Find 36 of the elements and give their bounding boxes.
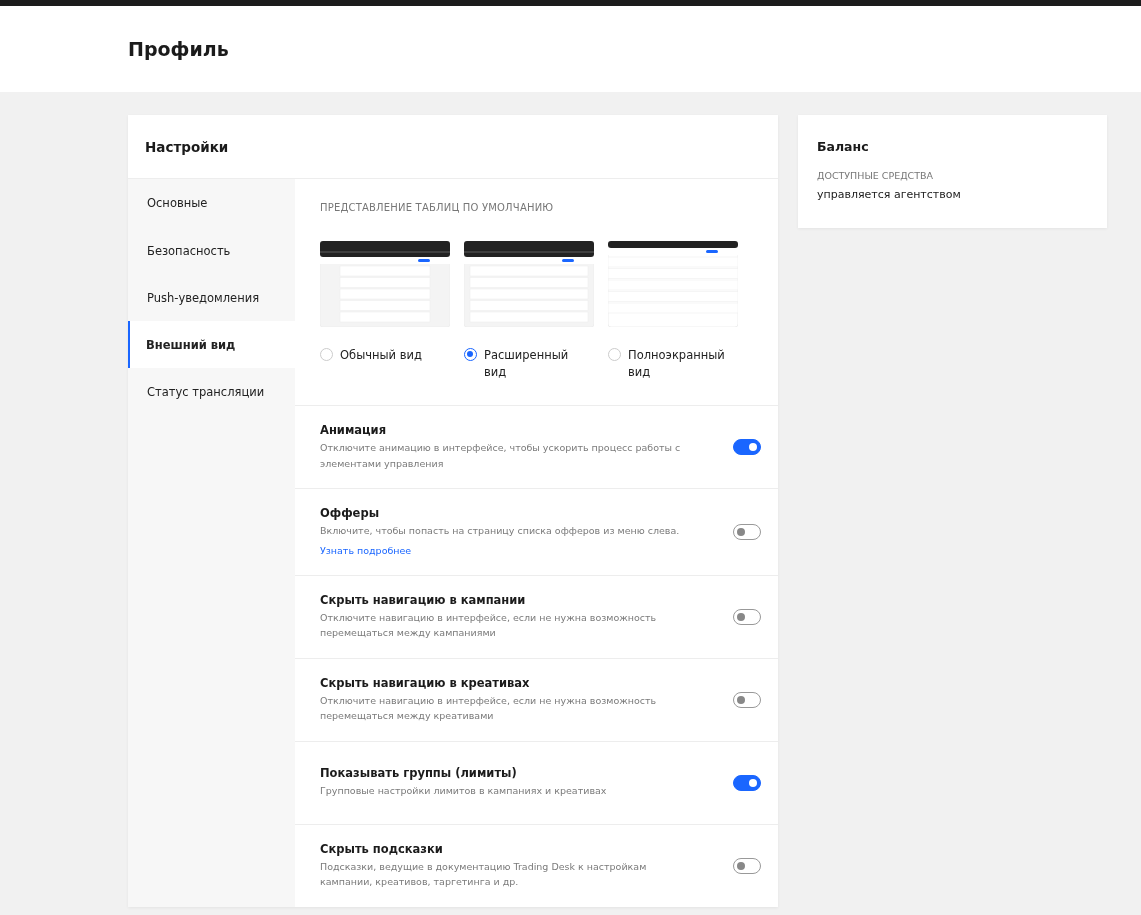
- radio-label[interactable]: Полноэкранный вид: [628, 347, 738, 381]
- menu-item[interactable]: Push-уведомления: [128, 274, 295, 321]
- setting-title: Офферы: [320, 506, 381, 520]
- menu-item[interactable]: Внешний вид: [128, 321, 295, 368]
- table-preview-drawing[interactable]: [464, 241, 594, 327]
- toggle-switch[interactable]: [733, 439, 761, 455]
- setting-description: Подсказки, ведущие в документацию Trading Desk к настройкам кампании, креативов, таргетинга и др.: [320, 859, 648, 889]
- table-preview-drawing[interactable]: [320, 241, 450, 327]
- setting-description: Групповые настройки лимитов в кампаниях и креативах: [320, 784, 608, 799]
- setting-description: Отключите навигацию в интерфейсе, если не нужна возможность перемещаться между кампаниями: [320, 610, 658, 640]
- radio-label[interactable]: Расширенный вид: [484, 347, 594, 381]
- setting-title: Показывать группы (лимиты): [320, 766, 518, 781]
- setting-title: Скрыть навигацию в креативах: [320, 675, 531, 690]
- setting-title: Скрыть навигацию в кампании: [320, 592, 527, 607]
- toggle-switch[interactable]: [733, 857, 761, 874]
- menu-item[interactable]: Статус трансляции: [128, 368, 295, 415]
- setting-description: Включите, чтобы попасть на страницу списка офферов из меню слева.: [320, 524, 681, 538]
- setting-title: Скрыть подсказки: [320, 841, 444, 856]
- toggle-switch[interactable]: [733, 608, 761, 625]
- setting-description: Отключите навигацию в интерфейсе, если не нужна возможность перемещаться между креативами: [320, 693, 658, 723]
- menu-item[interactable]: Безопасность: [128, 227, 295, 274]
- setting-description: Отключите анимацию в интерфейсе, чтобы ускорить процесс работы с элементами управления: [320, 441, 682, 471]
- menu-item[interactable]: Основные: [128, 179, 295, 227]
- balance-label: ДОСТУПНЫЕ СРЕДСТВА: [817, 170, 935, 181]
- toggle-switch[interactable]: [733, 691, 761, 708]
- settings-title: Настройки: [145, 138, 229, 155]
- page-title: Профиль: [128, 38, 229, 60]
- balance-value: управляется агентством: [817, 188, 962, 201]
- balance-title: Баланс: [817, 139, 870, 154]
- toggle-switch[interactable]: [733, 774, 761, 791]
- section-heading: ПРЕДСТАВЛЕНИЕ ТАБЛИЦ ПО УМОЛЧАНИЮ: [320, 202, 555, 213]
- radio-label[interactable]: Обычный вид: [340, 347, 422, 364]
- learn-more-link[interactable]: Узнать подробнее: [320, 544, 412, 556]
- toggle-switch[interactable]: [733, 523, 761, 540]
- table-preview-drawing[interactable]: [608, 241, 738, 327]
- setting-title: Анимация: [320, 423, 388, 437]
